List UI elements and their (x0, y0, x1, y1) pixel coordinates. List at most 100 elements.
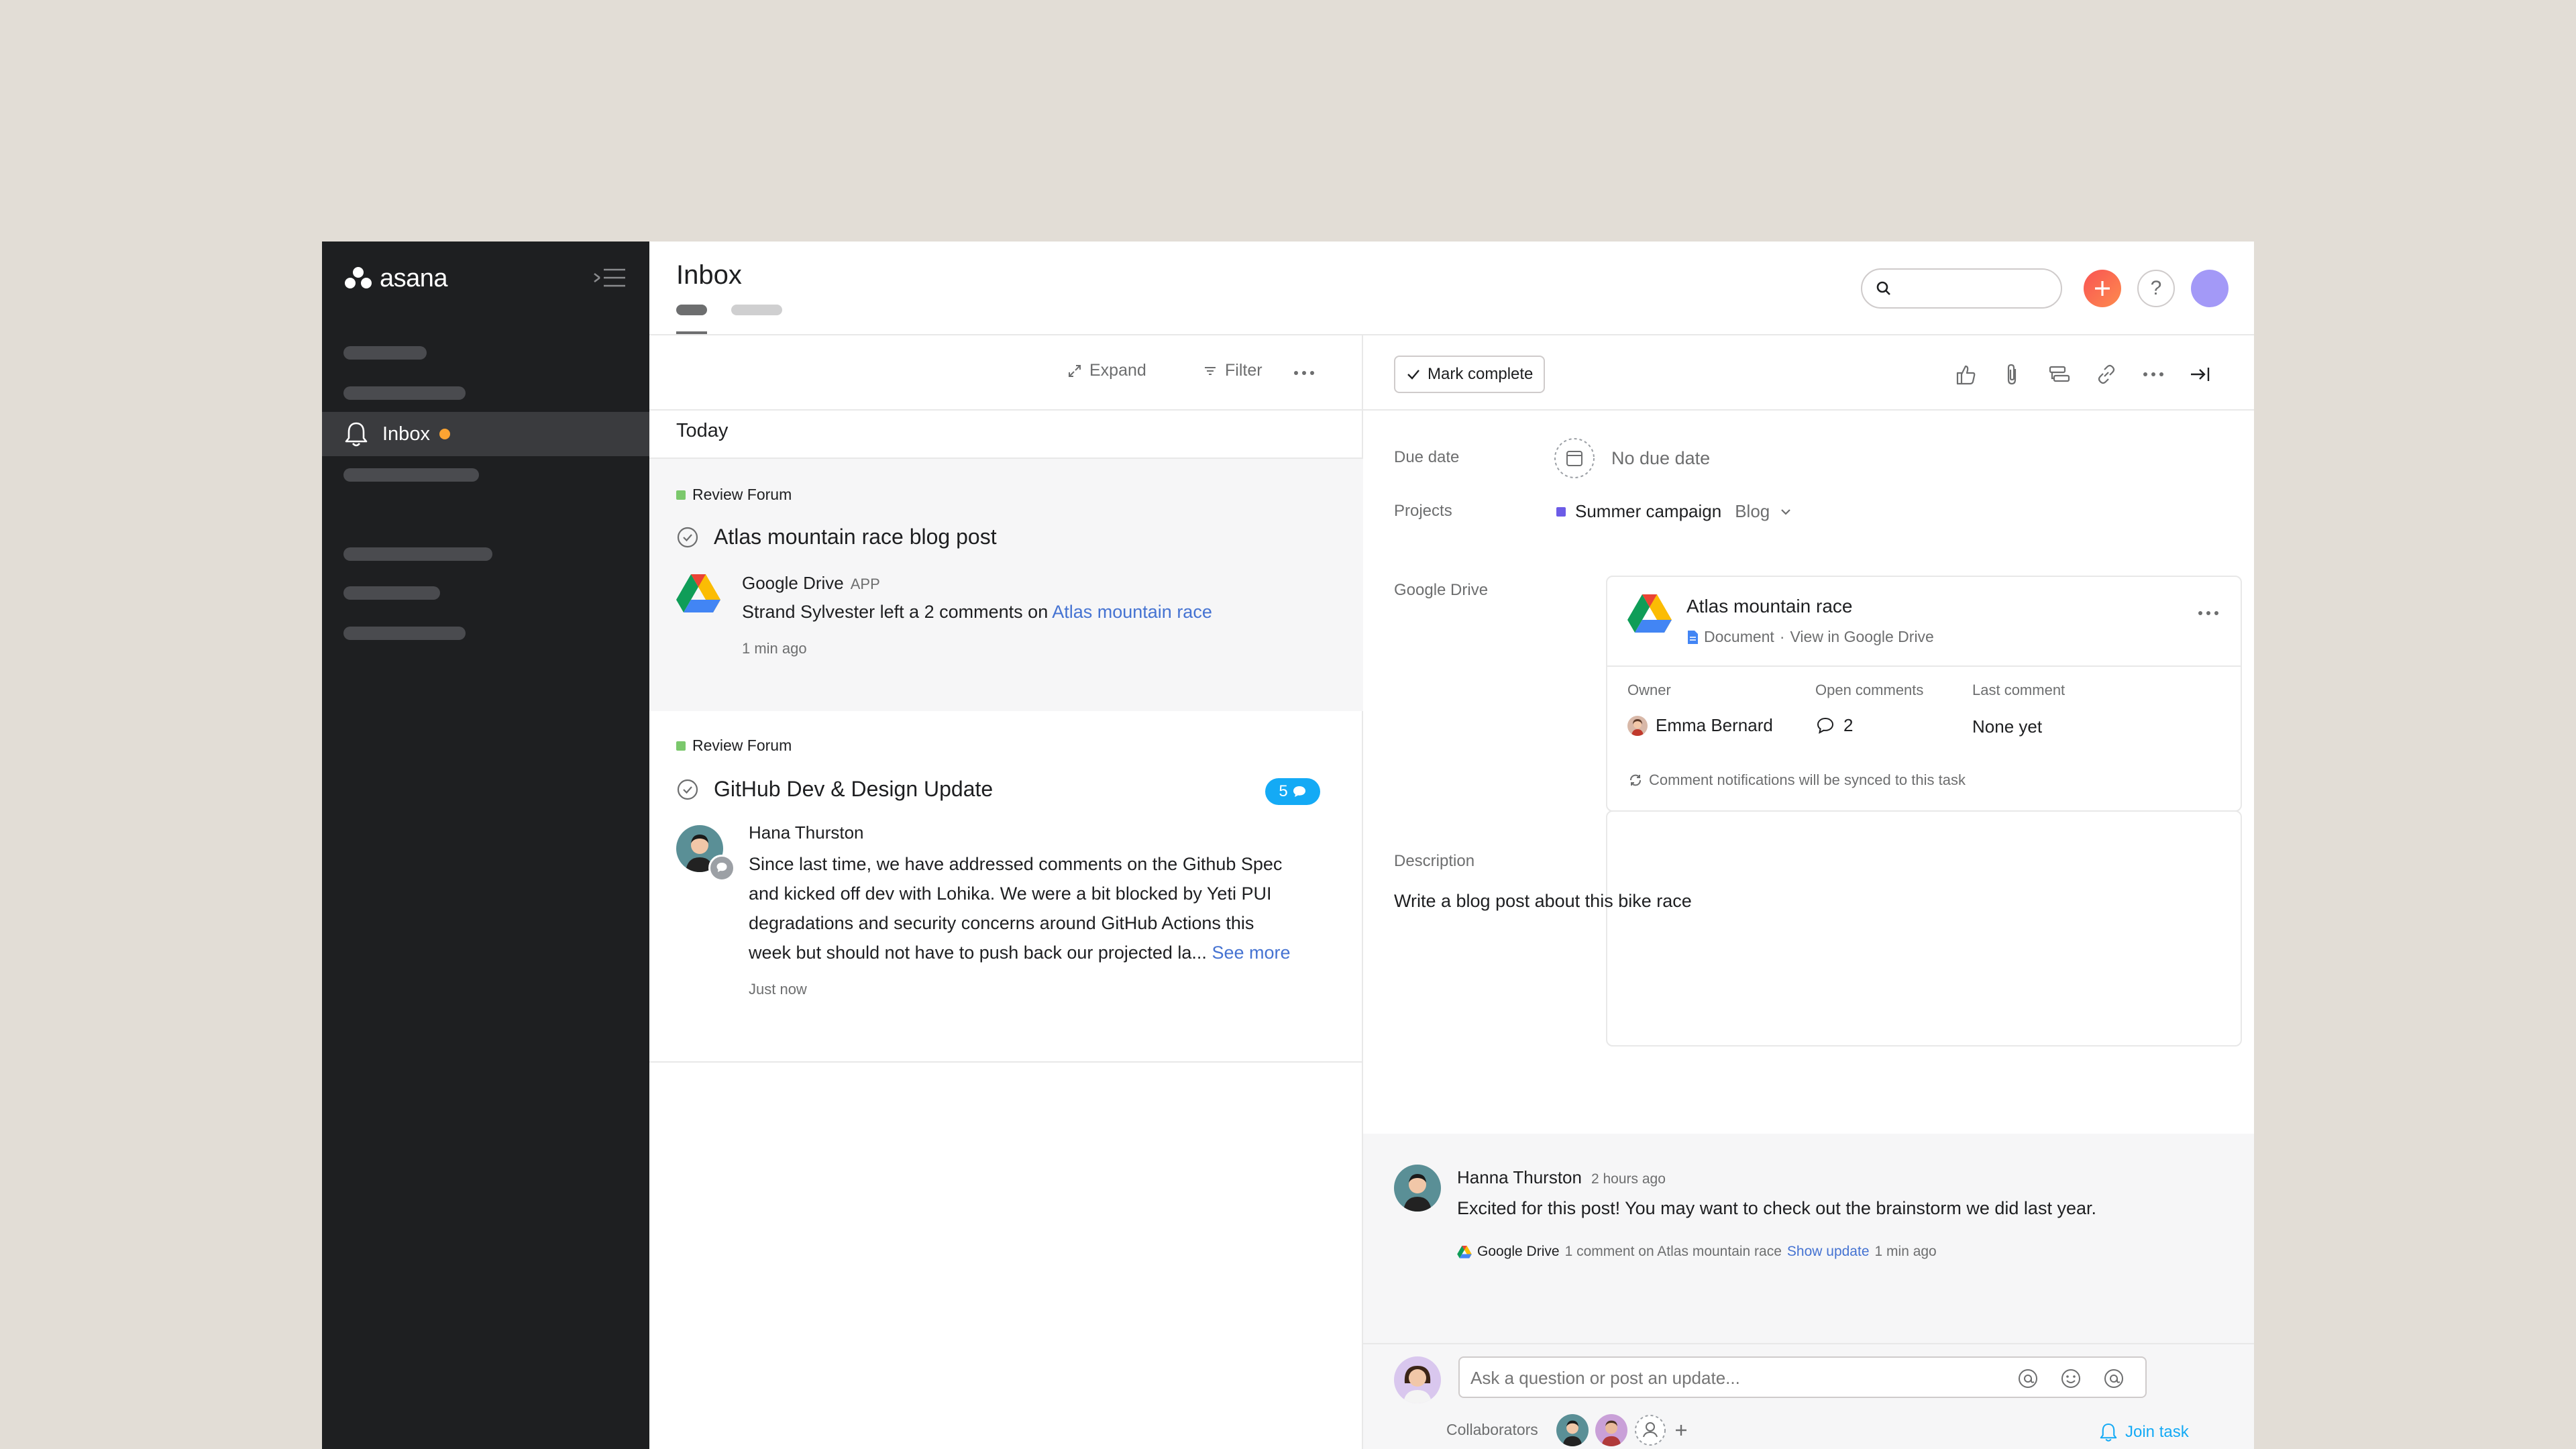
project-section[interactable]: Blog (1735, 501, 1770, 522)
unread-dot (439, 429, 450, 439)
sub-text: 1 comment on Atlas mountain race (1564, 1244, 1782, 1259)
google-drive-label: Google Drive (1394, 581, 1489, 599)
logo-text: asana (380, 264, 448, 292)
top-header: Inbox ? (649, 241, 2254, 335)
sidebar-placeholder-item[interactable] (343, 586, 440, 600)
collaborator-avatar[interactable] (1595, 1414, 1627, 1446)
comment-header: Hanna Thurston 2 hours ago (1457, 1167, 1666, 1188)
page-title: Inbox (676, 260, 742, 290)
more-icon[interactable] (2140, 361, 2167, 388)
show-update-link[interactable]: Show update (1787, 1244, 1870, 1260)
sidebar-placeholder-item[interactable] (343, 346, 427, 360)
inbox-item[interactable]: Review Forum Atlas mountain race blog po… (649, 458, 1363, 711)
avatar[interactable] (1394, 1356, 1441, 1403)
check-circle-icon[interactable] (676, 526, 699, 549)
comment-input[interactable] (1458, 1356, 2147, 1398)
calendar-icon[interactable] (1554, 437, 1595, 479)
actor-name: Google Drive (742, 573, 844, 593)
chevron-down-icon[interactable] (1779, 505, 1792, 519)
sync-note-text: Comment notifications will be synced to … (1649, 771, 1966, 788)
open-comments-value: 2 (1815, 715, 1853, 736)
comment-icon (1817, 717, 1834, 734)
expand-label: Expand (1089, 361, 1146, 380)
create-button[interactable] (2084, 270, 2121, 307)
atlas-link[interactable]: Atlas mountain race (1052, 602, 1212, 622)
filter-label: Filter (1225, 361, 1263, 380)
collaborator-avatar[interactable] (1556, 1414, 1589, 1446)
search-input[interactable] (1861, 268, 2062, 309)
update-text-line: Since last time, we have addressed comme… (749, 854, 1283, 874)
sidebar-placeholder-item[interactable] (343, 468, 479, 482)
emoji-icon[interactable] (2059, 1367, 2082, 1390)
projects-label: Projects (1394, 502, 1452, 520)
project-color-square (1556, 506, 1566, 517)
sidebar-placeholder-item[interactable] (343, 386, 466, 400)
activity-time: 1 min ago (742, 640, 807, 657)
task-title[interactable]: GitHub Dev & Design Update (676, 777, 993, 802)
search-icon (1876, 281, 1890, 295)
tab-placeholder[interactable] (731, 305, 782, 315)
collapse-sidebar-icon[interactable] (593, 264, 627, 291)
more-icon[interactable] (2195, 605, 2222, 621)
see-more-link[interactable]: See more (1212, 943, 1290, 963)
expand-icon (1069, 364, 1081, 377)
sidebar-placeholder-item[interactable] (343, 547, 492, 561)
update-text-line: week but should not have to push back ou… (749, 943, 1212, 963)
owner-name: Emma Bernard (1656, 715, 1773, 735)
avatar[interactable] (1627, 715, 1648, 736)
tab-placeholder-active[interactable] (676, 305, 707, 315)
help-button[interactable]: ? (2137, 270, 2175, 307)
activity-text-prefix: Strand Sylvester left a 2 comments on (742, 602, 1053, 622)
attachment-meta: Document · View in Google Drive (1686, 628, 1934, 646)
due-date-value[interactable]: No due date (1611, 448, 1710, 469)
plus-icon (2095, 281, 2110, 296)
user-avatar[interactable] (2191, 270, 2229, 307)
attachment-icon[interactable] (1999, 361, 2026, 388)
join-task-button[interactable]: Join task (2098, 1422, 2189, 1442)
attachment-title[interactable]: Atlas mountain race (1686, 596, 1852, 617)
comment-activity-icon (708, 855, 735, 881)
mark-complete-button[interactable]: Mark complete (1394, 356, 1546, 393)
sidebar-placeholder-item[interactable] (343, 627, 466, 640)
project-color-square (676, 490, 686, 500)
view-in-drive-link[interactable]: View in Google Drive (1790, 628, 1934, 646)
task-title[interactable]: Atlas mountain race blog post (676, 525, 997, 549)
project-tag[interactable]: Review Forum (676, 486, 792, 504)
close-panel-icon[interactable] (2187, 361, 2214, 388)
google-drive-card (1606, 810, 2242, 1046)
plus-icon[interactable] (1673, 1422, 1689, 1438)
project-chip[interactable]: Summer campaign Blog (1556, 501, 1792, 522)
owner-value: Emma Bernard (1627, 715, 1773, 736)
project-tag[interactable]: Review Forum (676, 737, 792, 755)
open-comments-label: Open comments (1815, 682, 1924, 698)
section-header-today: Today (676, 420, 729, 441)
more-icon[interactable] (1292, 365, 1316, 381)
check-circle-icon[interactable] (676, 778, 699, 801)
project-tag-label: Review Forum (692, 737, 792, 754)
asana-logo[interactable]: asana (345, 262, 448, 295)
project-name: Summer campaign (1575, 501, 1722, 521)
expand-button[interactable]: Expand (1067, 361, 1146, 380)
add-collaborator-icon[interactable] (1634, 1414, 1666, 1446)
mention-icon[interactable] (2017, 1367, 2039, 1390)
open-comments-count: 2 (1843, 715, 1854, 735)
subtask-icon[interactable] (2046, 361, 2073, 388)
filter-button[interactable]: Filter (1202, 361, 1263, 380)
thumbs-up-icon[interactable] (1952, 361, 1979, 388)
inbox-item[interactable]: Review Forum GitHub Dev & Design Update … (649, 711, 1363, 1063)
document-icon (1688, 630, 1698, 644)
comment-count-badge[interactable]: 5 (1265, 778, 1320, 805)
inbox-list: Expand Filter Today Review Forum Atlas m… (649, 335, 1363, 1449)
google-drive-icon (1627, 594, 1672, 633)
comment-text-field[interactable] (1470, 1366, 1994, 1390)
sub-source: Google Drive (1477, 1244, 1560, 1259)
sidebar-item-inbox[interactable]: Inbox (322, 412, 649, 456)
description-label: Description (1394, 852, 1475, 870)
comment-author[interactable]: Hanna Thurston (1457, 1167, 1582, 1188)
mention-icon[interactable] (2102, 1367, 2125, 1390)
description-text[interactable]: Write a blog post about this bike race (1394, 891, 1692, 912)
owner-label: Owner (1627, 682, 1671, 698)
link-icon[interactable] (2093, 361, 2120, 388)
avatar[interactable] (1394, 1165, 1441, 1212)
bell-icon (345, 422, 368, 447)
